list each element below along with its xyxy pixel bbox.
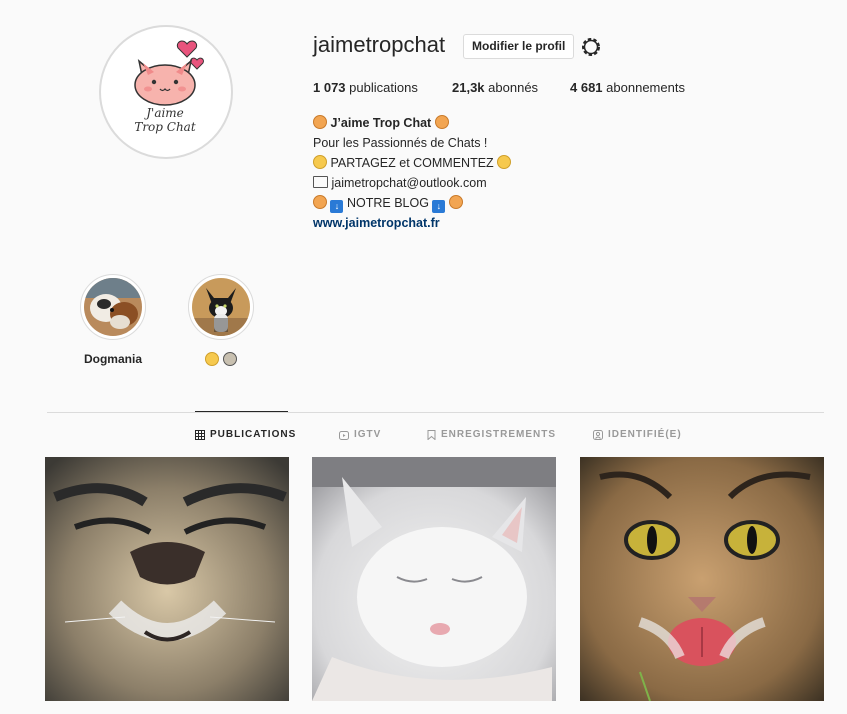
highlight-cat[interactable] <box>188 274 254 367</box>
bookmark-icon <box>427 429 436 440</box>
bio-name: J’aime Trop Chat <box>330 116 432 130</box>
smiling-cat-emoji-icon <box>313 155 327 169</box>
cat-photo <box>192 278 250 336</box>
tab-igtv[interactable]: IGTV <box>339 429 381 440</box>
bio-share-line: PARTAGEZ et COMMENTEZ <box>313 153 512 173</box>
bio-line2: PARTAGEZ et COMMENTEZ <box>330 156 494 170</box>
highlight-label: Dogmania <box>83 352 142 366</box>
post-tabby-cat-closeup[interactable] <box>45 457 289 701</box>
stat-following-label: abonnements <box>606 80 685 95</box>
avatar-text-line2: Trop Chat <box>134 120 196 134</box>
bio-website-link[interactable]: www.jaimetropchat.fr <box>313 213 511 233</box>
tab-publications[interactable]: PUBLICATIONS <box>195 429 296 440</box>
bio-name-line: J’aime Trop Chat <box>313 113 511 133</box>
edit-profile-button[interactable]: Modifier le profil <box>463 34 575 59</box>
down-arrow-icon: ↓ <box>330 200 344 213</box>
tab-enregistrements[interactable]: ENREGISTREMENTS <box>427 429 556 440</box>
tab-enregistrements-label: ENREGISTREMENTS <box>441 429 557 440</box>
tabs-divider <box>47 412 824 413</box>
post-white-cat-sleeping[interactable] <box>312 457 556 701</box>
stat-publications-value: 1 073 <box>313 80 346 95</box>
smiling-cat-emoji-icon <box>205 352 220 366</box>
avatar-text-line1: J'aime <box>143 106 184 120</box>
stat-following-value: 4 681 <box>570 80 603 95</box>
dog-emoji-icon <box>222 352 237 366</box>
tag-icon <box>593 429 603 440</box>
profile-bio: J’aime Trop Chat Pour les Passionnés de … <box>313 113 512 233</box>
cat-emoji-icon <box>313 195 327 209</box>
igtv-icon <box>339 430 349 440</box>
highlight-label-emojis <box>188 352 254 367</box>
cat-emoji-icon <box>434 115 449 129</box>
highlight-dogmania[interactable]: Dogmania <box>80 274 146 366</box>
dog-photo <box>84 278 142 336</box>
tab-igtv-label: IGTV <box>354 429 382 440</box>
stat-followers-label: abonnés <box>488 80 539 95</box>
tab-identifie[interactable]: IDENTIFIÉ(E) <box>593 429 682 440</box>
cat-emoji-icon <box>448 195 463 209</box>
bio-line1: Pour les Passionnés de Chats ! <box>313 136 488 150</box>
bio-blog: NOTRE BLOG <box>346 196 429 210</box>
down-arrow-icon: ↓ <box>432 200 446 213</box>
stat-publications: 1 073 publications <box>313 80 418 95</box>
cat-emoji-icon <box>313 115 327 129</box>
bio-email-line: jaimetropchat@outlook.com <box>313 173 511 193</box>
bio-email: jaimetropchat@outlook.com <box>331 176 487 190</box>
active-tab-indicator <box>195 411 288 412</box>
settings-gear-icon[interactable] <box>580 36 602 58</box>
highlight-circle <box>80 274 146 340</box>
tab-publications-label: PUBLICATIONS <box>210 429 297 440</box>
stat-followers-value: 21,3k <box>452 80 485 95</box>
post-cat-licking[interactable] <box>580 457 824 701</box>
highlight-circle <box>188 274 254 340</box>
smiling-cat-emoji-icon <box>497 155 512 169</box>
bio-blog-line: ↓ NOTRE BLOG ↓ <box>313 193 511 213</box>
stat-following[interactable]: 4 681 abonnements <box>570 80 685 95</box>
stat-followers[interactable]: 21,3k abonnés <box>452 80 538 95</box>
grid-icon <box>195 429 205 440</box>
profile-username: jaimetropchat <box>313 32 446 57</box>
stat-publications-label: publications <box>349 80 418 95</box>
tab-identifie-label: IDENTIFIÉ(E) <box>608 429 682 440</box>
inbox-icon <box>313 176 328 188</box>
profile-avatar[interactable]: J'aime Trop Chat <box>99 25 233 159</box>
